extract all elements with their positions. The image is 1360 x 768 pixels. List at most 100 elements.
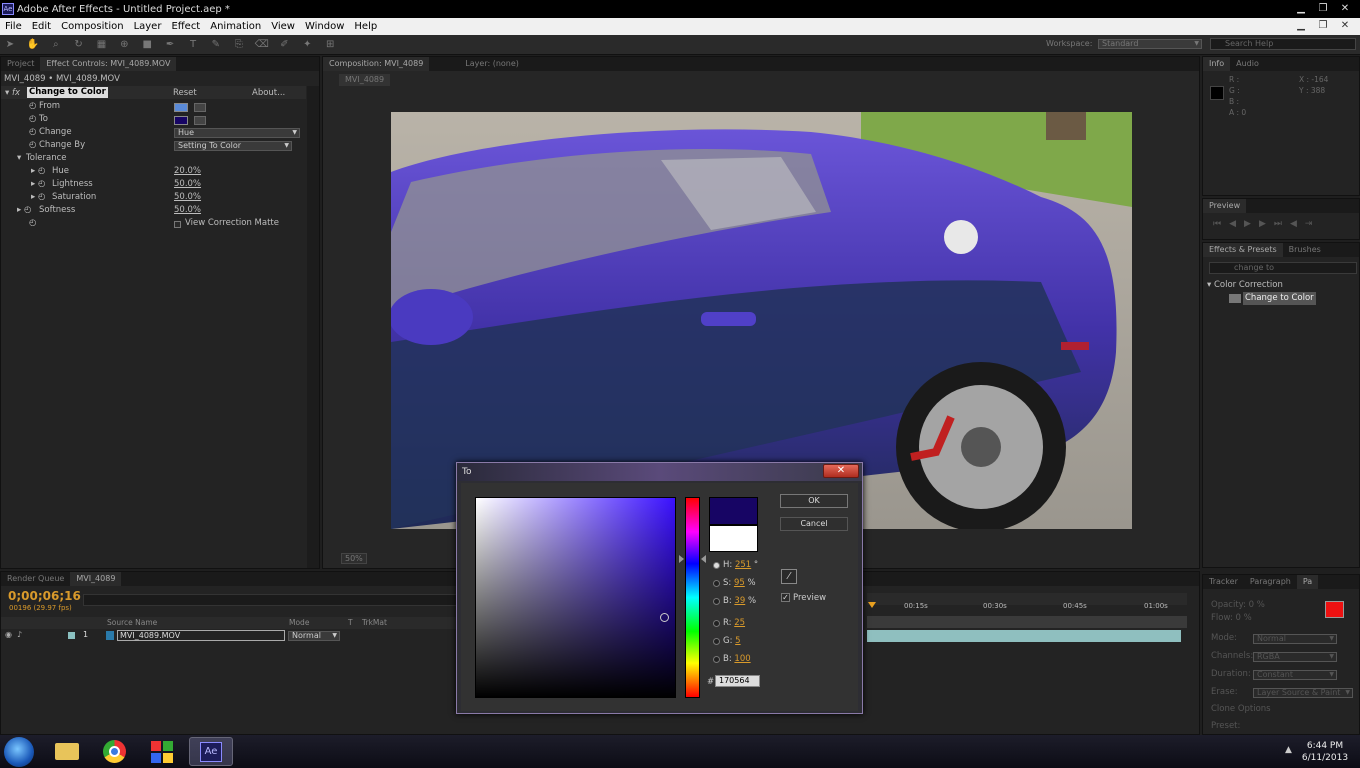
tab-tracker[interactable]: Tracker [1203,575,1244,589]
tab-effects-presets[interactable]: Effects & Presets [1203,243,1283,257]
menu-window[interactable]: Window [300,21,349,32]
g-radio[interactable] [713,638,720,645]
clone-options-label[interactable]: Clone Options [1211,703,1271,716]
tab-effect-controls[interactable]: Effect Controls: MVI_4089.MOV [40,57,177,71]
tab-audio[interactable]: Audio [1230,57,1265,71]
lightness-value[interactable]: 50.0% [174,178,201,191]
zoom-tool-icon[interactable]: ⌕ [49,39,63,51]
chrome-taskbar-icon[interactable] [93,737,137,766]
tab-brushes[interactable]: Brushes [1283,243,1327,257]
hand-tool-icon[interactable]: ✋ [26,39,40,51]
rectangle-tool-icon[interactable]: ■ [140,39,154,51]
tab-render-queue[interactable]: Render Queue [1,572,70,586]
change-by-select[interactable]: Setting To Color [174,141,292,151]
b-radio[interactable] [713,598,720,605]
s-radio[interactable] [713,580,720,587]
col-t[interactable]: T [348,618,353,627]
type-tool-icon[interactable]: T [186,39,200,51]
after-effects-taskbar-icon[interactable]: Ae [189,737,233,766]
workspace-select[interactable]: Standard [1098,39,1202,49]
pan-behind-tool-icon[interactable]: ⊕ [117,39,131,51]
axis-mode-icon[interactable]: ⊞ [323,39,337,51]
label-color-icon[interactable] [68,632,75,639]
tab-info[interactable]: Info [1203,57,1231,71]
stopwatch-icon[interactable]: ◴ [29,139,36,152]
hex-input[interactable]: 170564 [715,675,760,687]
b-value[interactable]: 39 [734,596,745,606]
channels-select[interactable]: RGBA [1253,652,1337,662]
change-select[interactable]: Hue [174,128,300,138]
close-window-button[interactable]: ✕ [1334,2,1356,16]
color-correction-category[interactable]: ▾ Color Correction [1207,279,1283,292]
old-color-swatch[interactable] [709,525,758,552]
start-button[interactable] [4,737,34,767]
time-ruler[interactable]: 00:15s 00:30s 00:45s 01:00s [867,602,1187,614]
layer-duration-bar[interactable] [867,630,1181,642]
reset-link[interactable]: Reset [173,87,197,100]
stopwatch-icon[interactable]: ◴ [29,126,36,139]
pen-tool-icon[interactable]: ✒ [163,39,177,51]
hue-value[interactable]: 20.0% [174,165,201,178]
zoom-select[interactable]: 50% [341,553,367,564]
blue-value[interactable]: 100 [734,654,750,664]
cancel-button[interactable]: Cancel [780,517,848,531]
menu-edit[interactable]: Edit [27,21,56,32]
from-eyedropper-icon[interactable] [194,103,206,112]
search-help-input[interactable]: Search Help [1210,38,1356,50]
stopwatch-icon[interactable]: ◴ [29,113,36,126]
minimize-button[interactable]: ▁ [1290,2,1312,16]
tab-preview[interactable]: Preview [1203,199,1247,213]
lightness-expand-icon[interactable]: ▸ ◴ [31,178,45,191]
foreground-color-swatch[interactable] [1325,601,1344,618]
col-mode[interactable]: Mode [289,618,309,627]
col-source-name[interactable]: Source Name [107,618,157,627]
hue-slider[interactable] [685,497,700,698]
menu-animation[interactable]: Animation [205,21,266,32]
timeline-layer-row[interactable]: ◉ ♪ 1 MVI_4089.MOV Normal [1,630,461,642]
saturation-brightness-field[interactable] [475,497,676,698]
duration-select[interactable]: Constant [1253,670,1337,680]
brush-tool-icon[interactable]: ✎ [209,39,223,51]
softness-expand-icon[interactable]: ▸ ◴ [17,204,31,217]
to-color-swatch[interactable] [174,116,188,125]
menu-view[interactable]: View [266,21,300,32]
menu-file[interactable]: File [0,21,27,32]
h-value[interactable]: 251 [735,560,751,570]
erase-select[interactable]: Layer Source & Paint [1253,688,1353,698]
taskbar-clock[interactable]: 6:44 PM 6/11/2013 [1300,740,1350,764]
tab-project[interactable]: Project [1,57,40,71]
camera-tool-icon[interactable]: ▦ [95,39,109,51]
stopwatch-icon[interactable]: ◴ [29,100,36,113]
g-value[interactable]: 5 [735,636,740,646]
doc-restore-button[interactable]: ❐ [1312,19,1334,33]
doc-close-button[interactable]: ✕ [1334,19,1356,33]
maximize-button[interactable]: ❐ [1312,2,1334,16]
eyedropper-icon[interactable]: ⁄ [781,569,797,584]
menu-help[interactable]: Help [349,21,382,32]
softness-value[interactable]: 50.0% [174,204,201,217]
dialog-close-button[interactable]: ✕ [823,464,859,478]
h-radio[interactable] [713,562,720,569]
r-value[interactable]: 25 [734,618,745,628]
mode-select[interactable]: Normal [1253,634,1337,644]
ok-button[interactable]: OK [780,494,848,508]
r-radio[interactable] [713,620,720,627]
playhead-icon[interactable] [868,602,876,608]
opacity-field[interactable]: Opacity: 0 % [1211,599,1265,612]
s-value[interactable]: 95 [734,578,745,588]
flow-field[interactable]: Flow: 0 % [1211,612,1252,625]
doc-minimize-button[interactable]: ▁ [1290,19,1312,33]
tray-expand-icon[interactable]: ▲ [1285,745,1292,755]
effect-controls-scrollbar[interactable] [307,86,319,568]
tab-layer[interactable]: Layer: (none) [459,57,525,71]
saturation-value[interactable]: 50.0% [174,191,201,204]
about-link[interactable]: About... [252,87,285,100]
preview-controls[interactable]: ⏮◀▶▶⏭◀⇥ [1213,219,1320,229]
menu-effect[interactable]: Effect [166,21,205,32]
puppet-tool-icon[interactable]: ✦ [300,39,314,51]
view-matte-checkbox[interactable] [174,221,181,228]
effect-change-to-color-item[interactable]: Change to Color [1243,292,1316,305]
stopwatch-icon[interactable]: ◴ [29,217,36,230]
roto-brush-tool-icon[interactable]: ✐ [278,39,292,51]
to-eyedropper-icon[interactable] [194,116,206,125]
